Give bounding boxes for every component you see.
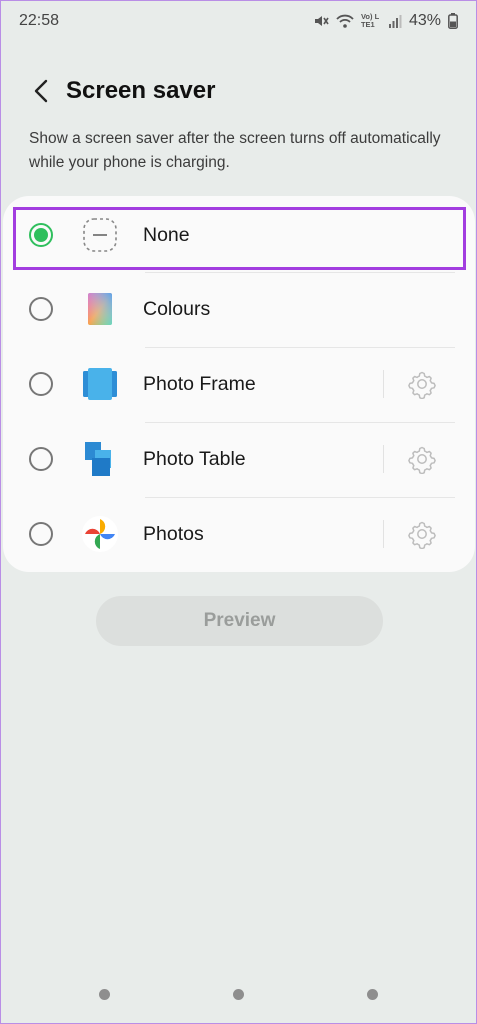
wifi-icon: [336, 14, 354, 28]
radio-none[interactable]: [29, 223, 53, 247]
divider: [145, 272, 455, 273]
battery-percent: 43%: [408, 12, 441, 29]
page-description: Show a screen saver after the screen tur…: [29, 130, 441, 171]
option-label-colours: Colours: [143, 297, 211, 320]
separator: [383, 370, 384, 398]
divider: [145, 422, 455, 423]
status-icons: Vo) LTE1 43%: [313, 12, 458, 30]
back-arrow-icon: [34, 79, 48, 103]
settings-gear-icon[interactable]: [407, 519, 437, 549]
status-time: 22:58: [19, 12, 60, 29]
battery-icon: [448, 13, 458, 29]
nav-recents-button[interactable]: [99, 989, 110, 1000]
radio-photo-table[interactable]: [29, 447, 53, 471]
option-none[interactable]: None: [3, 198, 475, 272]
app-header: Screen saver: [1, 71, 476, 111]
page-title: Screen saver: [66, 77, 216, 104]
signal-icon: [388, 15, 402, 28]
option-photo-table[interactable]: Photo Table: [3, 422, 475, 496]
screen-saver-options-list: None Colours Photo Frame Photo Table Pho…: [3, 196, 475, 572]
settings-gear-icon[interactable]: [407, 369, 437, 399]
option-photo-frame[interactable]: Photo Frame: [3, 347, 475, 421]
preview-button[interactable]: Preview: [96, 596, 383, 646]
radio-photos[interactable]: [29, 522, 53, 546]
volte-lte-icon: Vo) LTE1: [360, 12, 380, 29]
divider: [145, 347, 455, 348]
colours-icon: [88, 293, 112, 325]
nav-back-button[interactable]: [367, 989, 378, 1000]
option-label-photo-table: Photo Table: [143, 447, 246, 470]
back-button[interactable]: [21, 71, 61, 111]
radio-colours[interactable]: [29, 297, 53, 321]
divider: [145, 497, 455, 498]
photo-table-icon: [85, 442, 111, 476]
option-label-none: None: [143, 223, 190, 246]
status-bar: 22:58 Vo) LTE1 43%: [1, 1, 476, 41]
separator: [383, 445, 384, 473]
option-colours[interactable]: Colours: [3, 272, 475, 346]
option-label-photos: Photos: [143, 522, 204, 545]
photo-frame-icon: [83, 368, 117, 400]
none-icon: [83, 218, 117, 252]
mute-icon: [314, 16, 329, 26]
radio-photo-frame[interactable]: [29, 372, 53, 396]
google-photos-icon: [82, 516, 118, 552]
separator: [383, 520, 384, 548]
settings-gear-icon[interactable]: [407, 444, 437, 474]
option-photos[interactable]: Photos: [3, 497, 475, 571]
nav-home-button[interactable]: [233, 989, 244, 1000]
navigation-bar: [1, 989, 476, 1001]
option-label-photo-frame: Photo Frame: [143, 372, 256, 395]
